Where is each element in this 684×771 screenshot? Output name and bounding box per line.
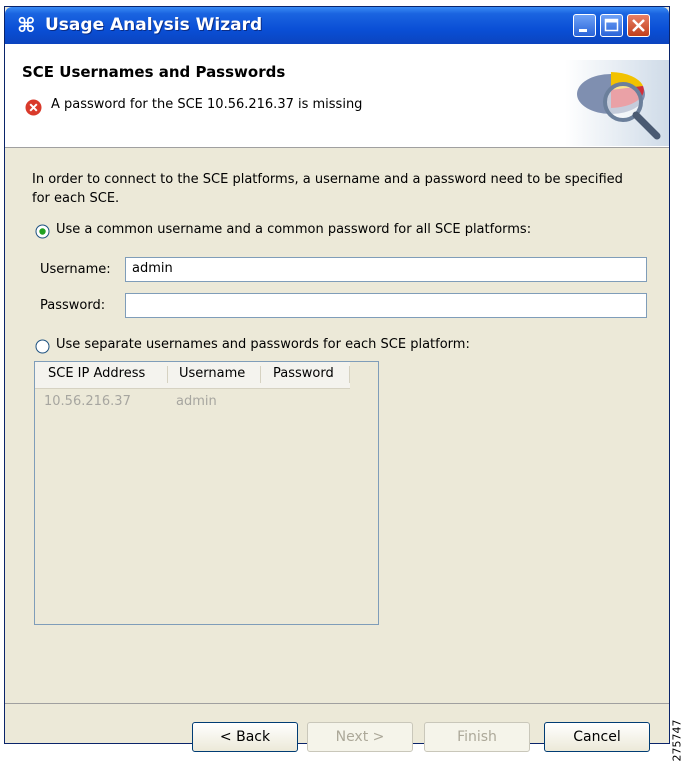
maximize-button[interactable] xyxy=(600,14,623,37)
back-button[interactable]: < Back xyxy=(192,722,298,752)
next-button[interactable]: Next > xyxy=(307,722,413,752)
finish-button[interactable]: Finish xyxy=(424,722,530,752)
wizard-window: ⌘ Usage Analysis Wizard SCE Usernames an… xyxy=(4,6,670,752)
column-separator xyxy=(349,366,350,383)
window-title: Usage Analysis Wizard xyxy=(45,15,263,35)
cancel-button[interactable]: Cancel xyxy=(544,722,650,752)
app-icon: ⌘ xyxy=(17,13,36,37)
radio-common-credentials[interactable] xyxy=(35,224,50,239)
figure-id: 275747 xyxy=(670,690,684,770)
minimize-icon xyxy=(579,29,587,32)
column-header-password[interactable]: Password xyxy=(273,366,334,381)
wizard-header: SCE Usernames and Passwords A password f… xyxy=(5,44,669,148)
cell-ip: 10.56.216.37 xyxy=(44,394,131,409)
username-input[interactable]: admin xyxy=(125,257,647,282)
credentials-table: SCE IP Address Username Password 10.56.2… xyxy=(34,361,379,625)
username-label: Username: xyxy=(40,262,111,277)
password-label: Password: xyxy=(40,298,106,313)
column-separator xyxy=(167,366,168,383)
page-title: SCE Usernames and Passwords xyxy=(22,63,286,81)
close-icon xyxy=(632,19,645,32)
password-input[interactable] xyxy=(125,293,647,318)
column-separator xyxy=(260,366,261,383)
minimize-button[interactable] xyxy=(573,14,596,37)
maximize-icon xyxy=(604,18,619,32)
table-header: SCE IP Address Username Password xyxy=(35,362,350,389)
figure-id-label: 275747 xyxy=(670,719,684,762)
magnifier-chart-icon xyxy=(565,60,669,146)
radio-common-label[interactable]: Use a common username and a common passw… xyxy=(56,222,531,237)
radio-separate-credentials[interactable] xyxy=(35,339,50,354)
error-icon xyxy=(25,99,42,116)
intro-text: In order to connect to the SCE platforms… xyxy=(32,172,623,206)
cell-username: admin xyxy=(176,394,217,409)
column-header-ip[interactable]: SCE IP Address xyxy=(48,366,145,381)
button-bar-divider xyxy=(5,703,669,704)
close-button[interactable] xyxy=(627,14,650,37)
title-bar[interactable]: ⌘ Usage Analysis Wizard xyxy=(5,7,669,44)
error-message: A password for the SCE 10.56.216.37 is m… xyxy=(51,97,363,112)
radio-separate-label[interactable]: Use separate usernames and passwords for… xyxy=(56,337,470,352)
column-header-username[interactable]: Username xyxy=(179,366,245,381)
